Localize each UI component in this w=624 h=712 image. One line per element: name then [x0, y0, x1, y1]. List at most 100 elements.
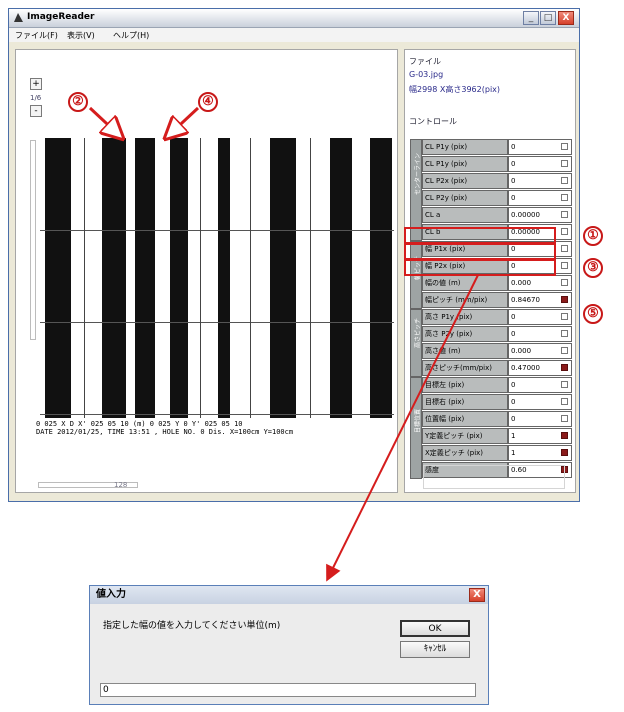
- file-size: 幅2998 X高さ3962(pix): [409, 85, 501, 94]
- group-target: 目標位置: [410, 377, 422, 479]
- image-band: [170, 138, 188, 418]
- control-row-checkbox[interactable]: [561, 194, 568, 201]
- ok-button[interactable]: OK: [400, 620, 470, 637]
- control-row-label: Y定義ピッチ (pix): [422, 428, 508, 444]
- image-pane[interactable]: + 1/6 - 0 025 X D X' 025 05 10 (m) 0 025…: [15, 49, 398, 493]
- group-centerline: センターライン: [410, 139, 422, 241]
- menu-bar: ファイル(F) 表示(V) ヘルプ(H): [9, 28, 579, 42]
- control-header: コントロール: [409, 117, 457, 126]
- control-row: 高さ値 (m) 0.000: [422, 343, 572, 360]
- highlight-width-value: [404, 259, 556, 276]
- control-row-label: 目標右 (pix): [422, 394, 508, 410]
- control-row-label: 高さ値 (m): [422, 343, 508, 359]
- marker-3: ③: [583, 258, 603, 278]
- control-row-label: 高さ P1y (pix): [422, 309, 508, 325]
- grid-line: [40, 230, 394, 231]
- image-band: [102, 138, 126, 418]
- control-row-label: 高さピッチ(mm/pix): [422, 360, 508, 376]
- control-row-checkbox[interactable]: [561, 296, 568, 303]
- control-row: CL P2x (pix) 0: [422, 173, 572, 190]
- control-row-checkbox[interactable]: [561, 177, 568, 184]
- axis-labels: 0 025 X D X' 025 05 10 (m) 0 025 Y 0 Y' …: [36, 420, 243, 428]
- control-row-label: 高さ P2y (pix): [422, 326, 508, 342]
- control-row-checkbox[interactable]: [561, 279, 568, 286]
- control-row-checkbox[interactable]: [561, 381, 568, 388]
- image-band: [218, 138, 230, 418]
- highlight-width-p1x: [404, 227, 556, 244]
- control-row-checkbox[interactable]: [561, 245, 568, 252]
- app-icon: [14, 13, 23, 22]
- dialog-title[interactable]: 値入力: [90, 586, 488, 604]
- control-row-label: 目標左 (pix): [422, 377, 508, 393]
- control-row: CL P2y (pix) 0: [422, 190, 572, 207]
- group-height-pitch: 高さピッチ: [410, 309, 422, 377]
- window-title: ImageReader: [27, 12, 95, 22]
- control-row-label: CL P1y (pix): [422, 139, 508, 155]
- marker-4: ④: [198, 92, 218, 112]
- control-row-label: CL P2x (pix): [422, 173, 508, 189]
- menu-file[interactable]: ファイル(F): [15, 30, 58, 41]
- grid-line: [84, 138, 85, 418]
- zoom-out-button[interactable]: -: [30, 105, 42, 117]
- control-row-checkbox[interactable]: [561, 143, 568, 150]
- control-row: Y定義ピッチ (pix) 1: [422, 428, 572, 445]
- control-row-label: CL P2y (pix): [422, 190, 508, 206]
- control-row-checkbox[interactable]: [561, 262, 568, 269]
- menu-help[interactable]: ヘルプ(H): [113, 30, 149, 41]
- control-row-label: CL P1y (pix): [422, 156, 508, 172]
- control-row-checkbox[interactable]: [561, 398, 568, 405]
- control-row: 幅ピッチ (mm/pix) 0.84670: [422, 292, 572, 309]
- control-row-checkbox[interactable]: [561, 449, 568, 456]
- close-button[interactable]: X: [558, 11, 574, 25]
- file-name: G-03.jpg: [409, 70, 444, 79]
- grid-line: [310, 138, 311, 418]
- control-row: 目標左 (pix) 0: [422, 377, 572, 394]
- dialog-prompt: 指定した幅の値を入力してください単位(m): [103, 621, 281, 631]
- control-row-checkbox[interactable]: [561, 415, 568, 422]
- maximize-button[interactable]: □: [540, 11, 556, 25]
- control-row-checkbox[interactable]: [561, 313, 568, 320]
- control-row-checkbox[interactable]: [561, 160, 568, 167]
- dialog-close-button[interactable]: X: [469, 588, 485, 602]
- vertical-scrollbar[interactable]: [30, 140, 36, 340]
- image-band: [270, 138, 296, 418]
- marker-5: ⑤: [583, 304, 603, 324]
- control-row-checkbox[interactable]: [561, 432, 568, 439]
- grid-line: [200, 138, 201, 418]
- control-row: CL P1y (pix) 0: [422, 156, 572, 173]
- grid-line: [40, 414, 394, 415]
- cancel-button[interactable]: ｷｬﾝｾﾙ: [400, 641, 470, 658]
- image-band: [45, 138, 71, 418]
- marker-1: ①: [583, 226, 603, 246]
- value-input[interactable]: 0: [100, 683, 476, 697]
- control-row: 高さピッチ(mm/pix) 0.47000: [422, 360, 572, 377]
- status-box: [423, 465, 565, 489]
- control-row-checkbox[interactable]: [561, 211, 568, 218]
- scroll-position: 128: [114, 481, 128, 489]
- control-row: 目標右 (pix) 0: [422, 394, 572, 411]
- image-band: [330, 138, 352, 418]
- marker-2: ②: [68, 92, 88, 112]
- control-row-label: 幅ピッチ (mm/pix): [422, 292, 508, 308]
- control-row: 高さ P1y (pix) 0: [422, 309, 572, 326]
- control-row-label: CL a: [422, 207, 508, 223]
- control-row-checkbox[interactable]: [561, 347, 568, 354]
- control-row: 幅の値 (m) 0.000: [422, 275, 572, 292]
- grid-line: [40, 322, 394, 323]
- control-row-checkbox[interactable]: [561, 228, 568, 235]
- control-row: X定義ピッチ (pix) 1: [422, 445, 572, 462]
- file-header: ファイル: [409, 57, 441, 66]
- menu-view[interactable]: 表示(V): [67, 30, 95, 41]
- title-bar[interactable]: ImageReader _ □ X: [9, 9, 579, 28]
- control-row-label: 位置幅 (pix): [422, 411, 508, 427]
- image-band: [370, 138, 392, 418]
- zoom-in-button[interactable]: +: [30, 78, 42, 90]
- control-row-checkbox[interactable]: [561, 330, 568, 337]
- control-row-label: X定義ピッチ (pix): [422, 445, 508, 461]
- image-band: [135, 138, 155, 418]
- image-caption: DATE 2012/01/25, TIME 13:51 , HOLE NO. 0…: [36, 428, 294, 436]
- minimize-button[interactable]: _: [523, 11, 539, 25]
- control-row-checkbox[interactable]: [561, 364, 568, 371]
- zoom-level: 1/6: [30, 94, 42, 102]
- value-input-dialog: 値入力 X 指定した幅の値を入力してください単位(m) OK ｷｬﾝｾﾙ 0: [89, 585, 489, 705]
